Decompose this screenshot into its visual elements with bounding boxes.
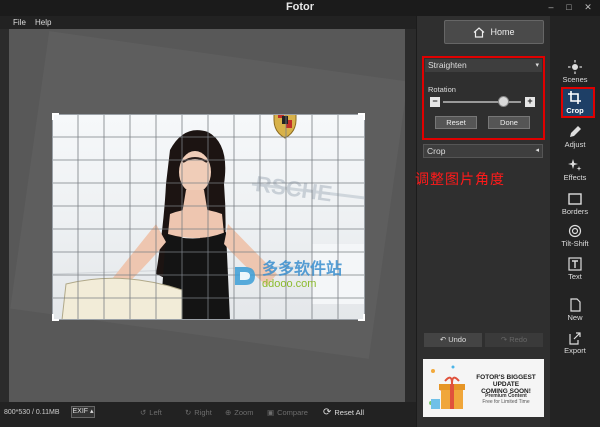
tilt-shift-icon — [568, 224, 582, 238]
text-icon — [568, 257, 582, 271]
done-button[interactable]: Done — [488, 116, 530, 129]
frame-icon — [568, 193, 582, 205]
redo-icon: ↷ — [500, 335, 508, 344]
sidebar-item-export[interactable]: Export — [552, 331, 598, 355]
rotate-left-label: Left — [149, 408, 162, 417]
app-title: Fotor — [285, 1, 315, 13]
rotate-left-button[interactable]: ↺ Left — [140, 406, 162, 420]
promo-headline: FOTOR'S BIGGEST UPDATE COMING SOON! — [470, 374, 542, 395]
compare-icon: ▣ — [267, 408, 275, 417]
rotation-increase-button[interactable]: + — [525, 97, 535, 107]
menu-file[interactable]: File — [13, 16, 26, 29]
rotate-right-icon: ↻ — [185, 408, 192, 417]
sidebar-item-tilt-shift[interactable]: Tilt-Shift — [552, 224, 598, 248]
reset-all-label: Reset All — [334, 408, 364, 417]
zoom-icon: ⊕ — [225, 408, 232, 417]
rotate-left-icon: ↺ — [140, 408, 147, 417]
straighten-title: Straighten — [428, 60, 467, 70]
sidebar-item-borders[interactable]: Borders — [552, 192, 598, 216]
pencil-icon — [570, 126, 581, 137]
rotate-right-button[interactable]: ↻ Right — [185, 406, 212, 420]
watermark-sub-text: ddooo.com — [262, 278, 317, 290]
rotate-right-label: Right — [194, 408, 212, 417]
sidebar-item-text[interactable]: Text — [552, 257, 598, 281]
redo-button[interactable]: ↷ Redo — [485, 333, 543, 347]
watermark-main-text: 多多软件站 — [262, 261, 343, 278]
sidebar-item-scenes[interactable]: Scenes — [552, 60, 598, 84]
crop-header[interactable]: Crop ◂ — [423, 144, 543, 158]
watermark: 多多软件站 ddooo.com — [232, 262, 372, 290]
crop-handle-bottom-left[interactable] — [52, 314, 59, 321]
rotation-decrease-button[interactable]: − — [430, 97, 440, 107]
redo-label: Redo — [509, 335, 528, 344]
promo-headline-line1: FOTOR'S BIGGEST UPDATE — [476, 374, 536, 388]
sparkle-icon — [568, 159, 582, 171]
sidebar-item-new[interactable]: New — [552, 298, 598, 322]
rotation-label: Rotation — [428, 85, 456, 94]
sidebar-item-effects[interactable]: Effects — [552, 158, 598, 182]
promo-caption: Free for Limited Time — [482, 399, 530, 405]
undo-label: Undo — [448, 335, 467, 344]
sun-icon — [568, 60, 582, 74]
compare-label: Compare — [277, 408, 308, 417]
zoom-label: Zoom — [234, 408, 254, 417]
zoom-button[interactable]: ⊕ Zoom — [225, 406, 253, 420]
adjust-label: Adjust — [564, 140, 586, 149]
crop-handle-bottom-right[interactable] — [358, 314, 365, 321]
crop-handle-top-left[interactable] — [52, 113, 59, 120]
maximize-button[interactable]: □ — [563, 2, 575, 13]
text-label: Text — [568, 272, 582, 281]
home-button[interactable]: Home — [444, 20, 544, 44]
expand-arrow-icon: ◂ — [535, 147, 539, 154]
crop-handle-top-right[interactable] — [358, 113, 365, 120]
reset-all-button[interactable]: ⟳ Reset All — [323, 406, 364, 420]
tilt-shift-label: Tilt-Shift — [561, 239, 589, 248]
image-dimensions: 800*530 / 0.11MB — [4, 409, 60, 416]
reset-all-icon: ⟳ — [323, 407, 332, 418]
crop-icon — [568, 91, 581, 104]
menu-help[interactable]: Help — [35, 16, 51, 29]
sidebar-item-crop[interactable]: Crop — [552, 91, 598, 115]
exif-button[interactable]: EXIF ▴ — [71, 406, 95, 418]
straighten-header[interactable]: Straighten ▾ — [425, 59, 542, 72]
scenes-label: Scenes — [562, 75, 588, 84]
reset-button[interactable]: Reset — [435, 116, 477, 129]
home-label: Home — [490, 27, 515, 37]
crop-title: Crop — [427, 146, 446, 156]
new-label: New — [567, 313, 583, 322]
minimize-button[interactable]: – — [545, 2, 557, 13]
home-icon — [474, 26, 485, 38]
undo-button[interactable]: ↶ Undo — [424, 333, 482, 347]
annotation-text: 调整图片角度 — [415, 171, 505, 187]
watermark-logo-icon — [235, 267, 255, 285]
undo-icon: ↶ — [439, 335, 447, 344]
borders-label: Borders — [561, 207, 589, 216]
sidebar-item-adjust[interactable]: Adjust — [552, 125, 598, 149]
rotation-slider-track[interactable] — [443, 101, 521, 103]
close-button[interactable]: ✕ — [582, 2, 594, 13]
export-label: Export — [564, 346, 586, 355]
collapse-arrow-icon: ▾ — [535, 62, 539, 69]
crop-label: Crop — [566, 106, 584, 115]
new-file-icon — [570, 298, 581, 312]
menu-bar — [0, 16, 416, 29]
compare-button[interactable]: ▣ Compare — [267, 406, 308, 420]
effects-label: Effects — [563, 173, 587, 182]
export-icon — [569, 332, 581, 345]
